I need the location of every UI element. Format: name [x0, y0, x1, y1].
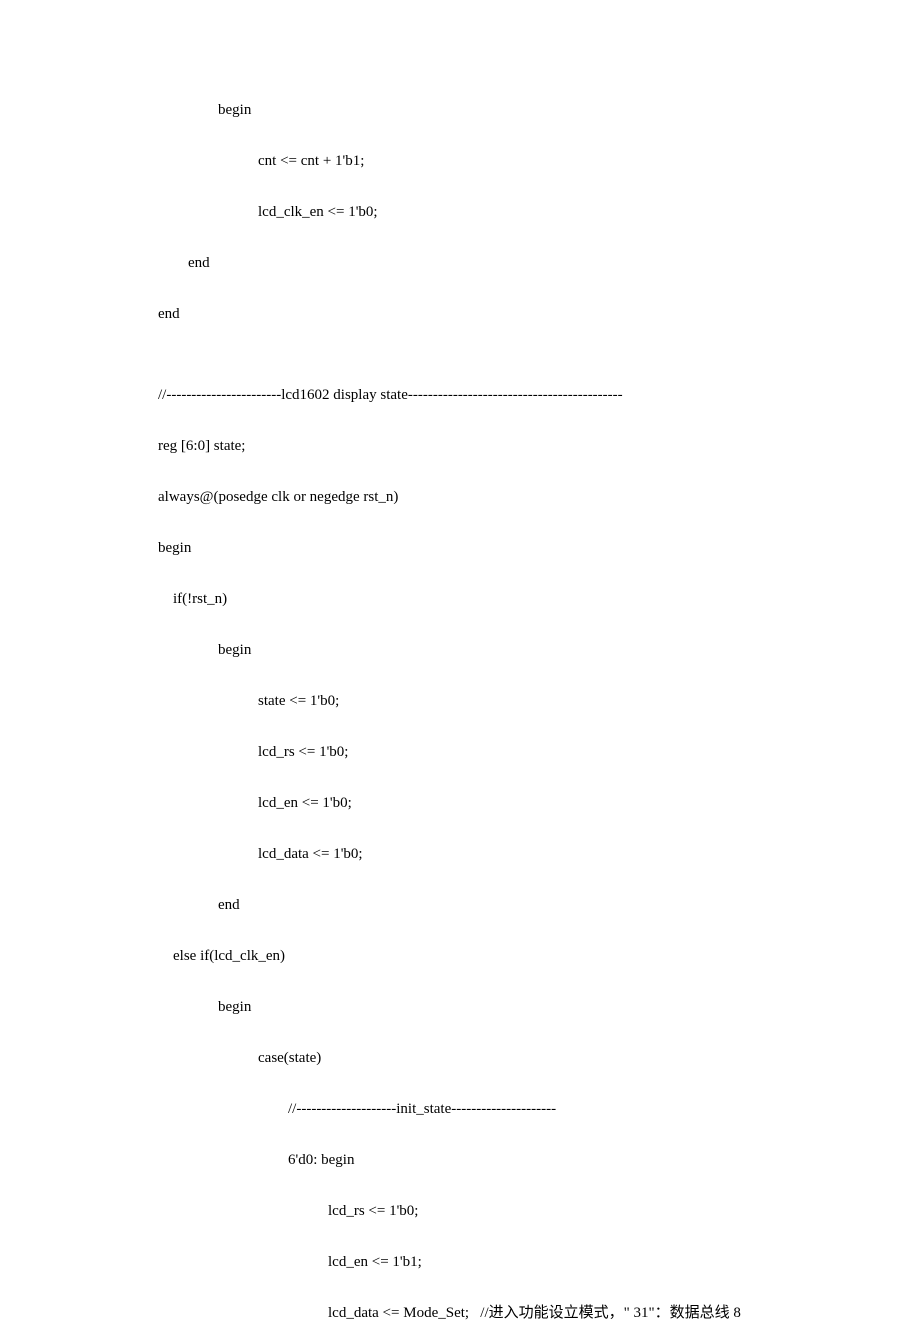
code-line: lcd_data <= Mode_Set; //进入功能设立模式，" 31"：数…	[158, 1303, 920, 1324]
code-block: begin cnt <= cnt + 1'b1; lcd_clk_en <= 1…	[158, 100, 920, 1324]
blank-line	[158, 661, 920, 691]
code-line: reg [6:0] state;	[158, 436, 920, 457]
blank-line	[158, 325, 920, 355]
code-line: //-----------------------lcd1602 display…	[158, 385, 920, 406]
code-line: //--------------------init_state--------…	[158, 1099, 920, 1120]
blank-line	[158, 223, 920, 253]
code-line: begin	[158, 640, 920, 661]
blank-line	[158, 559, 920, 589]
blank-line	[158, 1120, 920, 1150]
blank-line	[158, 967, 920, 997]
blank-line	[158, 610, 920, 640]
blank-line	[158, 865, 920, 895]
code-line: lcd_en <= 1'b1;	[158, 1252, 920, 1273]
code-line: lcd_rs <= 1'b0;	[158, 742, 920, 763]
code-line: begin	[158, 538, 920, 559]
blank-line	[158, 763, 920, 793]
blank-line	[158, 712, 920, 742]
code-line: lcd_rs <= 1'b0;	[158, 1201, 920, 1222]
code-line: end	[158, 253, 920, 274]
code-line: else if(lcd_clk_en)	[158, 946, 920, 967]
code-line: begin	[158, 997, 920, 1018]
blank-line	[158, 121, 920, 151]
blank-line	[158, 172, 920, 202]
code-line: lcd_clk_en <= 1'b0;	[158, 202, 920, 223]
blank-line	[158, 916, 920, 946]
blank-line	[158, 406, 920, 436]
blank-line	[158, 508, 920, 538]
blank-line	[158, 355, 920, 385]
blank-line	[158, 814, 920, 844]
code-line: lcd_data <= 1'b0;	[158, 844, 920, 865]
code-line: case(state)	[158, 1048, 920, 1069]
blank-line	[158, 457, 920, 487]
code-line: end	[158, 895, 920, 916]
code-line: cnt <= cnt + 1'b1;	[158, 151, 920, 172]
blank-line	[158, 1018, 920, 1048]
code-line: 6'd0: begin	[158, 1150, 920, 1171]
code-line: begin	[158, 100, 920, 121]
blank-line	[158, 274, 920, 304]
code-line: always@(posedge clk or negedge rst_n)	[158, 487, 920, 508]
blank-line	[158, 1222, 920, 1252]
code-line: state <= 1'b0;	[158, 691, 920, 712]
blank-line	[158, 1273, 920, 1303]
blank-line	[158, 1069, 920, 1099]
code-line: lcd_en <= 1'b0;	[158, 793, 920, 814]
code-line: if(!rst_n)	[158, 589, 920, 610]
blank-line	[158, 1171, 920, 1201]
document-page: begin cnt <= cnt + 1'b1; lcd_clk_en <= 1…	[0, 0, 920, 1324]
code-line: end	[158, 304, 920, 325]
